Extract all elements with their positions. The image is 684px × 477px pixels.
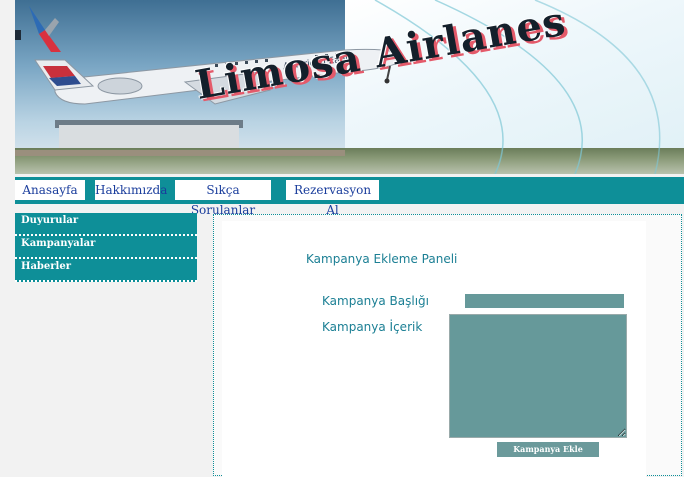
sidebar-item-news[interactable]: Haberler	[15, 259, 197, 282]
header-banner: American Eagle Limosa Airlanes	[15, 0, 684, 174]
campaign-content-label: Kampanya İçerik	[322, 320, 423, 334]
sidebar-item-announcements[interactable]: Duyurular	[15, 213, 197, 236]
campaign-form-panel: Kampanya Ekleme Paneli Kampanya Başlığı …	[222, 221, 646, 477]
panel-title: Kampanya Ekleme Paneli	[306, 252, 458, 266]
nav-faq[interactable]: Sıkça Sorulanlar	[175, 180, 271, 217]
nav-about[interactable]: Hakkımızda	[95, 180, 167, 200]
sidebar-item-campaigns[interactable]: Kampanyalar	[15, 236, 197, 259]
campaign-content-textarea[interactable]	[449, 314, 627, 438]
airline-logo-icon	[15, 6, 61, 52]
nav-reservation[interactable]: Rezervasyon Al	[286, 180, 379, 217]
add-campaign-button[interactable]: Kampanya Ekle	[497, 442, 599, 457]
campaign-title-label: Kampanya Başlığı	[322, 294, 430, 308]
sidebar: Duyurular Kampanyalar Haberler	[15, 213, 197, 282]
main-content: Kampanya Ekleme Paneli Kampanya Başlığı …	[213, 214, 682, 477]
airplane-image	[34, 0, 661, 174]
main-nav: Anasayfa Hakkımızda Sıkça Sorulanlar Rez…	[15, 177, 684, 217]
campaign-title-input[interactable]	[465, 294, 624, 308]
nav-home[interactable]: Anasayfa	[15, 180, 85, 200]
